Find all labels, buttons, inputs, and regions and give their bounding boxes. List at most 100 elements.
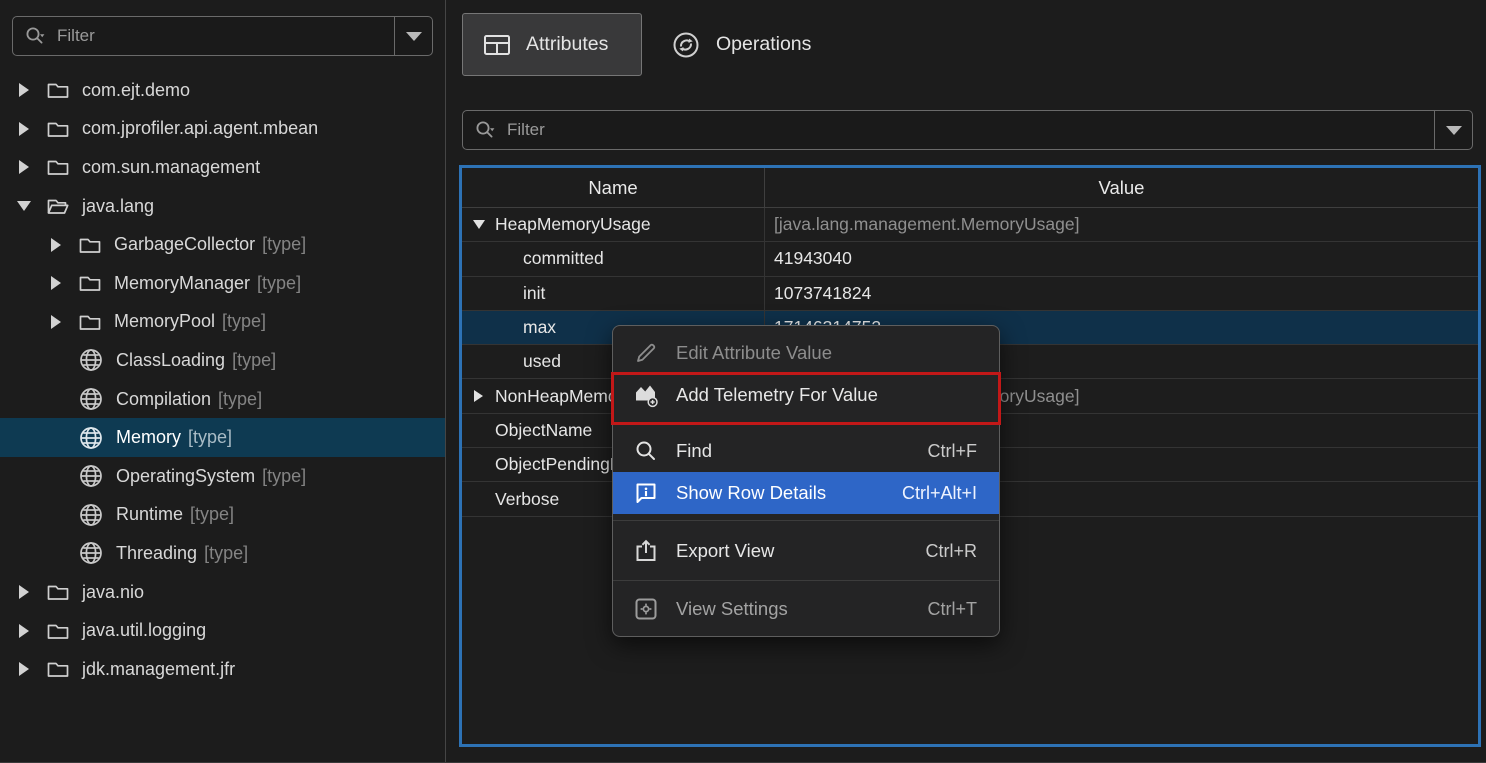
attribute-value: [java.lang.management.MemoryUsage] bbox=[765, 208, 1478, 241]
tree-item-java-lang[interactable]: java.lang bbox=[0, 187, 445, 226]
tree-item-com-sun-management[interactable]: com.sun.management bbox=[0, 148, 445, 187]
tree-item-runtime[interactable]: Runtime [type] bbox=[0, 496, 445, 535]
tree-item-jdk-management-jfr[interactable]: jdk.management.jfr bbox=[0, 650, 445, 689]
tree-item-com-ejt-demo[interactable]: com.ejt.demo bbox=[0, 71, 445, 110]
menu-separator bbox=[613, 422, 999, 423]
menu-item-label: View Settings bbox=[676, 598, 788, 620]
tree-item-classloading[interactable]: ClassLoading [type] bbox=[0, 341, 445, 380]
folder-icon bbox=[78, 235, 102, 255]
chevron-right-icon[interactable] bbox=[16, 585, 32, 599]
globe-icon bbox=[78, 463, 104, 489]
menu-item-export-view[interactable]: Export View Ctrl+R bbox=[613, 530, 999, 572]
folder-icon bbox=[46, 157, 70, 177]
chevron-right-icon[interactable] bbox=[48, 315, 64, 329]
tree-filter-input-wrap bbox=[13, 17, 394, 55]
menu-item-label: Export View bbox=[676, 540, 774, 562]
menu-item-find[interactable]: Find Ctrl+F bbox=[613, 430, 999, 472]
tree-item-type-suffix: [type] bbox=[190, 504, 234, 525]
tab-label: Attributes bbox=[526, 33, 608, 56]
folder-icon bbox=[78, 312, 102, 332]
chevron-right-icon[interactable] bbox=[48, 276, 64, 290]
chevron-down-icon[interactable] bbox=[471, 220, 486, 229]
folder-icon bbox=[46, 621, 70, 641]
attribute-name: committed bbox=[523, 248, 604, 269]
tab-attributes[interactable]: Attributes bbox=[462, 13, 642, 76]
search-icon bbox=[24, 25, 46, 47]
attributes-filter-dropdown-button[interactable] bbox=[1434, 111, 1472, 149]
chevron-right-icon[interactable] bbox=[16, 662, 32, 676]
globe-icon bbox=[78, 386, 104, 412]
search-icon bbox=[474, 119, 496, 141]
tree-item-label: GarbageCollector bbox=[114, 234, 255, 255]
tree-item-memorypool[interactable]: MemoryPool [type] bbox=[0, 303, 445, 342]
column-header-value[interactable]: Value bbox=[765, 168, 1478, 207]
info-bubble-icon bbox=[633, 480, 659, 506]
menu-item-label: Edit Attribute Value bbox=[676, 342, 832, 364]
attributes-table-icon bbox=[483, 33, 511, 57]
table-row-committed[interactable]: committed 41943040 bbox=[462, 242, 1478, 276]
attribute-value: 41943040 bbox=[765, 242, 1478, 275]
folder-icon bbox=[78, 273, 102, 293]
chevron-right-icon[interactable] bbox=[471, 390, 486, 402]
tree-item-memory[interactable]: Memory [type] bbox=[0, 418, 445, 457]
tree-item-label: Threading bbox=[116, 543, 197, 564]
menu-item-shortcut: Ctrl+Alt+I bbox=[902, 483, 977, 504]
tree-item-label: java.nio bbox=[82, 582, 144, 603]
tree-item-label: java.util.logging bbox=[82, 620, 206, 641]
tree-item-label: Memory bbox=[116, 427, 181, 448]
chevron-down-icon[interactable] bbox=[16, 201, 32, 211]
tree-item-operatingsystem[interactable]: OperatingSystem [type] bbox=[0, 457, 445, 496]
folder-icon bbox=[46, 659, 70, 679]
chevron-right-icon[interactable] bbox=[48, 238, 64, 252]
tree-item-type-suffix: [type] bbox=[257, 273, 301, 294]
globe-icon bbox=[78, 425, 104, 451]
menu-item-add-telemetry-for-value[interactable]: Add Telemetry For Value bbox=[613, 374, 999, 416]
chevron-right-icon[interactable] bbox=[16, 160, 32, 174]
globe-icon bbox=[78, 540, 104, 566]
tree-item-label: Compilation bbox=[116, 389, 211, 410]
folder-icon bbox=[46, 582, 70, 602]
export-icon bbox=[633, 538, 659, 564]
tree-filter-input[interactable] bbox=[55, 25, 394, 47]
attributes-filter bbox=[462, 110, 1473, 150]
tree-item-type-suffix: [type] bbox=[188, 427, 232, 448]
menu-item-view-settings[interactable]: View Settings Ctrl+T bbox=[613, 588, 999, 630]
context-menu: Edit Attribute Value Add Telemetry For V… bbox=[612, 325, 1000, 637]
tree-item-compilation[interactable]: Compilation [type] bbox=[0, 380, 445, 419]
tree-item-type-suffix: [type] bbox=[204, 543, 248, 564]
table-row-init[interactable]: init 1073741824 bbox=[462, 277, 1478, 311]
tree-item-label: ClassLoading bbox=[116, 350, 225, 371]
tree-item-threading[interactable]: Threading [type] bbox=[0, 534, 445, 573]
tree-item-type-suffix: [type] bbox=[218, 389, 262, 410]
menu-item-label: Find bbox=[676, 440, 712, 462]
search-icon bbox=[633, 438, 659, 464]
chevron-right-icon[interactable] bbox=[16, 122, 32, 136]
tree-item-memorymanager[interactable]: MemoryManager [type] bbox=[0, 264, 445, 303]
tree-item-label: jdk.management.jfr bbox=[82, 659, 235, 680]
attribute-name: used bbox=[523, 351, 561, 372]
mbean-tree: com.ejt.demo com.jprofiler.api.agent.mbe… bbox=[0, 71, 445, 689]
menu-item-show-row-details[interactable]: Show Row Details Ctrl+Alt+I bbox=[613, 472, 999, 514]
tree-item-java-util-logging[interactable]: java.util.logging bbox=[0, 611, 445, 650]
menu-item-shortcut: Ctrl+R bbox=[925, 541, 977, 562]
table-row-heapmemoryusage[interactable]: HeapMemoryUsage [java.lang.management.Me… bbox=[462, 208, 1478, 242]
tree-item-com-jprofiler-api-agent-mbean[interactable]: com.jprofiler.api.agent.mbean bbox=[0, 110, 445, 149]
attribute-name: max bbox=[523, 317, 556, 338]
tree-item-garbagecollector[interactable]: GarbageCollector [type] bbox=[0, 225, 445, 264]
tree-item-label: com.sun.management bbox=[82, 157, 260, 178]
tab-operations[interactable]: Operations bbox=[659, 13, 823, 76]
tree-item-label: MemoryPool bbox=[114, 311, 215, 332]
menu-separator bbox=[613, 580, 999, 581]
view-settings-icon bbox=[633, 596, 659, 622]
column-header-name[interactable]: Name bbox=[462, 168, 765, 207]
tree-filter bbox=[12, 16, 433, 56]
chevron-down-icon bbox=[406, 32, 422, 41]
table-header: Name Value bbox=[462, 168, 1478, 208]
chevron-right-icon[interactable] bbox=[16, 624, 32, 638]
attributes-filter-input[interactable] bbox=[505, 119, 1434, 141]
chevron-down-icon bbox=[1446, 126, 1462, 135]
folder-icon bbox=[46, 80, 70, 100]
chevron-right-icon[interactable] bbox=[16, 83, 32, 97]
tree-item-java-nio[interactable]: java.nio bbox=[0, 573, 445, 612]
tree-filter-dropdown-button[interactable] bbox=[394, 17, 432, 55]
